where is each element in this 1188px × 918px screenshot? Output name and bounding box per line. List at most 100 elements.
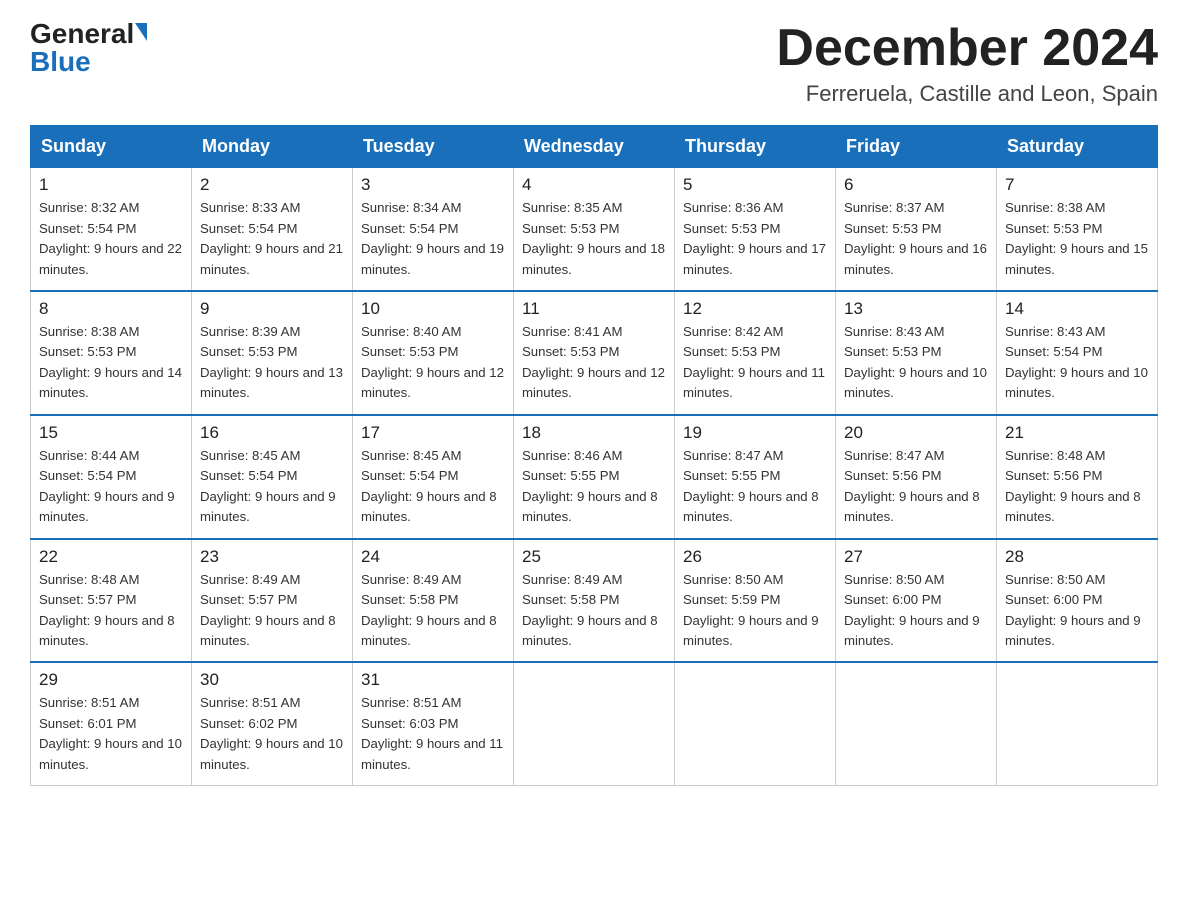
header-monday: Monday xyxy=(192,126,353,168)
calendar-day-cell: 2 Sunrise: 8:33 AMSunset: 5:54 PMDayligh… xyxy=(192,168,353,291)
day-info: Sunrise: 8:45 AMSunset: 5:54 PMDaylight:… xyxy=(361,448,497,524)
calendar-week-row: 8 Sunrise: 8:38 AMSunset: 5:53 PMDayligh… xyxy=(31,291,1158,415)
calendar-day-cell: 12 Sunrise: 8:42 AMSunset: 5:53 PMDaylig… xyxy=(675,291,836,415)
day-info: Sunrise: 8:38 AMSunset: 5:53 PMDaylight:… xyxy=(1005,200,1148,276)
calendar-week-row: 22 Sunrise: 8:48 AMSunset: 5:57 PMDaylig… xyxy=(31,539,1158,663)
day-number: 14 xyxy=(1005,299,1149,319)
day-number: 29 xyxy=(39,670,183,690)
day-info: Sunrise: 8:37 AMSunset: 5:53 PMDaylight:… xyxy=(844,200,987,276)
calendar-day-cell: 20 Sunrise: 8:47 AMSunset: 5:56 PMDaylig… xyxy=(836,415,997,539)
calendar-week-row: 1 Sunrise: 8:32 AMSunset: 5:54 PMDayligh… xyxy=(31,168,1158,291)
calendar-table: Sunday Monday Tuesday Wednesday Thursday… xyxy=(30,125,1158,786)
day-info: Sunrise: 8:33 AMSunset: 5:54 PMDaylight:… xyxy=(200,200,343,276)
calendar-day-cell: 23 Sunrise: 8:49 AMSunset: 5:57 PMDaylig… xyxy=(192,539,353,663)
day-number: 11 xyxy=(522,299,666,319)
calendar-day-cell: 7 Sunrise: 8:38 AMSunset: 5:53 PMDayligh… xyxy=(997,168,1158,291)
day-number: 10 xyxy=(361,299,505,319)
day-number: 22 xyxy=(39,547,183,567)
day-info: Sunrise: 8:50 AMSunset: 5:59 PMDaylight:… xyxy=(683,572,819,648)
day-info: Sunrise: 8:43 AMSunset: 5:53 PMDaylight:… xyxy=(844,324,987,400)
calendar-day-cell: 21 Sunrise: 8:48 AMSunset: 5:56 PMDaylig… xyxy=(997,415,1158,539)
calendar-day-cell: 17 Sunrise: 8:45 AMSunset: 5:54 PMDaylig… xyxy=(353,415,514,539)
day-info: Sunrise: 8:51 AMSunset: 6:03 PMDaylight:… xyxy=(361,695,503,771)
day-number: 24 xyxy=(361,547,505,567)
header-wednesday: Wednesday xyxy=(514,126,675,168)
page-header: General Blue December 2024 Ferreruela, C… xyxy=(30,20,1158,107)
calendar-day-cell: 11 Sunrise: 8:41 AMSunset: 5:53 PMDaylig… xyxy=(514,291,675,415)
day-info: Sunrise: 8:46 AMSunset: 5:55 PMDaylight:… xyxy=(522,448,658,524)
day-number: 18 xyxy=(522,423,666,443)
calendar-day-cell: 13 Sunrise: 8:43 AMSunset: 5:53 PMDaylig… xyxy=(836,291,997,415)
header-friday: Friday xyxy=(836,126,997,168)
day-number: 17 xyxy=(361,423,505,443)
day-info: Sunrise: 8:41 AMSunset: 5:53 PMDaylight:… xyxy=(522,324,665,400)
day-info: Sunrise: 8:36 AMSunset: 5:53 PMDaylight:… xyxy=(683,200,826,276)
day-info: Sunrise: 8:49 AMSunset: 5:58 PMDaylight:… xyxy=(522,572,658,648)
day-number: 6 xyxy=(844,175,988,195)
calendar-day-cell: 4 Sunrise: 8:35 AMSunset: 5:53 PMDayligh… xyxy=(514,168,675,291)
calendar-day-cell xyxy=(997,662,1158,785)
day-info: Sunrise: 8:39 AMSunset: 5:53 PMDaylight:… xyxy=(200,324,343,400)
calendar-day-cell: 1 Sunrise: 8:32 AMSunset: 5:54 PMDayligh… xyxy=(31,168,192,291)
calendar-day-cell xyxy=(675,662,836,785)
day-info: Sunrise: 8:51 AMSunset: 6:01 PMDaylight:… xyxy=(39,695,182,771)
calendar-day-cell: 19 Sunrise: 8:47 AMSunset: 5:55 PMDaylig… xyxy=(675,415,836,539)
calendar-day-cell: 30 Sunrise: 8:51 AMSunset: 6:02 PMDaylig… xyxy=(192,662,353,785)
calendar-day-cell xyxy=(514,662,675,785)
calendar-day-cell: 5 Sunrise: 8:36 AMSunset: 5:53 PMDayligh… xyxy=(675,168,836,291)
calendar-day-cell xyxy=(836,662,997,785)
calendar-week-row: 15 Sunrise: 8:44 AMSunset: 5:54 PMDaylig… xyxy=(31,415,1158,539)
day-number: 31 xyxy=(361,670,505,690)
day-info: Sunrise: 8:51 AMSunset: 6:02 PMDaylight:… xyxy=(200,695,343,771)
day-number: 16 xyxy=(200,423,344,443)
calendar-day-cell: 8 Sunrise: 8:38 AMSunset: 5:53 PMDayligh… xyxy=(31,291,192,415)
calendar-day-cell: 18 Sunrise: 8:46 AMSunset: 5:55 PMDaylig… xyxy=(514,415,675,539)
day-number: 9 xyxy=(200,299,344,319)
day-info: Sunrise: 8:34 AMSunset: 5:54 PMDaylight:… xyxy=(361,200,504,276)
header-sunday: Sunday xyxy=(31,126,192,168)
day-info: Sunrise: 8:50 AMSunset: 6:00 PMDaylight:… xyxy=(844,572,980,648)
calendar-day-cell: 28 Sunrise: 8:50 AMSunset: 6:00 PMDaylig… xyxy=(997,539,1158,663)
calendar-title: December 2024 xyxy=(776,20,1158,77)
day-number: 13 xyxy=(844,299,988,319)
days-of-week-row: Sunday Monday Tuesday Wednesday Thursday… xyxy=(31,126,1158,168)
day-info: Sunrise: 8:49 AMSunset: 5:57 PMDaylight:… xyxy=(200,572,336,648)
day-info: Sunrise: 8:42 AMSunset: 5:53 PMDaylight:… xyxy=(683,324,825,400)
calendar-day-cell: 25 Sunrise: 8:49 AMSunset: 5:58 PMDaylig… xyxy=(514,539,675,663)
logo-general-text: General xyxy=(30,20,134,48)
day-number: 4 xyxy=(522,175,666,195)
calendar-day-cell: 22 Sunrise: 8:48 AMSunset: 5:57 PMDaylig… xyxy=(31,539,192,663)
header-saturday: Saturday xyxy=(997,126,1158,168)
logo-blue-text: Blue xyxy=(30,46,91,77)
day-info: Sunrise: 8:48 AMSunset: 5:57 PMDaylight:… xyxy=(39,572,175,648)
calendar-day-cell: 29 Sunrise: 8:51 AMSunset: 6:01 PMDaylig… xyxy=(31,662,192,785)
logo-triangle-icon xyxy=(135,23,147,41)
day-number: 26 xyxy=(683,547,827,567)
day-info: Sunrise: 8:47 AMSunset: 5:56 PMDaylight:… xyxy=(844,448,980,524)
day-number: 30 xyxy=(200,670,344,690)
day-info: Sunrise: 8:35 AMSunset: 5:53 PMDaylight:… xyxy=(522,200,665,276)
day-number: 5 xyxy=(683,175,827,195)
day-number: 21 xyxy=(1005,423,1149,443)
calendar-day-cell: 6 Sunrise: 8:37 AMSunset: 5:53 PMDayligh… xyxy=(836,168,997,291)
logo: General Blue xyxy=(30,20,149,78)
day-number: 2 xyxy=(200,175,344,195)
header-thursday: Thursday xyxy=(675,126,836,168)
calendar-day-cell: 31 Sunrise: 8:51 AMSunset: 6:03 PMDaylig… xyxy=(353,662,514,785)
day-info: Sunrise: 8:48 AMSunset: 5:56 PMDaylight:… xyxy=(1005,448,1141,524)
day-number: 28 xyxy=(1005,547,1149,567)
day-info: Sunrise: 8:40 AMSunset: 5:53 PMDaylight:… xyxy=(361,324,504,400)
day-info: Sunrise: 8:44 AMSunset: 5:54 PMDaylight:… xyxy=(39,448,175,524)
calendar-day-cell: 24 Sunrise: 8:49 AMSunset: 5:58 PMDaylig… xyxy=(353,539,514,663)
day-number: 23 xyxy=(200,547,344,567)
day-number: 25 xyxy=(522,547,666,567)
day-number: 27 xyxy=(844,547,988,567)
calendar-day-cell: 3 Sunrise: 8:34 AMSunset: 5:54 PMDayligh… xyxy=(353,168,514,291)
day-info: Sunrise: 8:47 AMSunset: 5:55 PMDaylight:… xyxy=(683,448,819,524)
day-info: Sunrise: 8:38 AMSunset: 5:53 PMDaylight:… xyxy=(39,324,182,400)
calendar-title-area: December 2024 Ferreruela, Castille and L… xyxy=(776,20,1158,107)
day-number: 12 xyxy=(683,299,827,319)
day-number: 15 xyxy=(39,423,183,443)
calendar-day-cell: 27 Sunrise: 8:50 AMSunset: 6:00 PMDaylig… xyxy=(836,539,997,663)
calendar-day-cell: 14 Sunrise: 8:43 AMSunset: 5:54 PMDaylig… xyxy=(997,291,1158,415)
